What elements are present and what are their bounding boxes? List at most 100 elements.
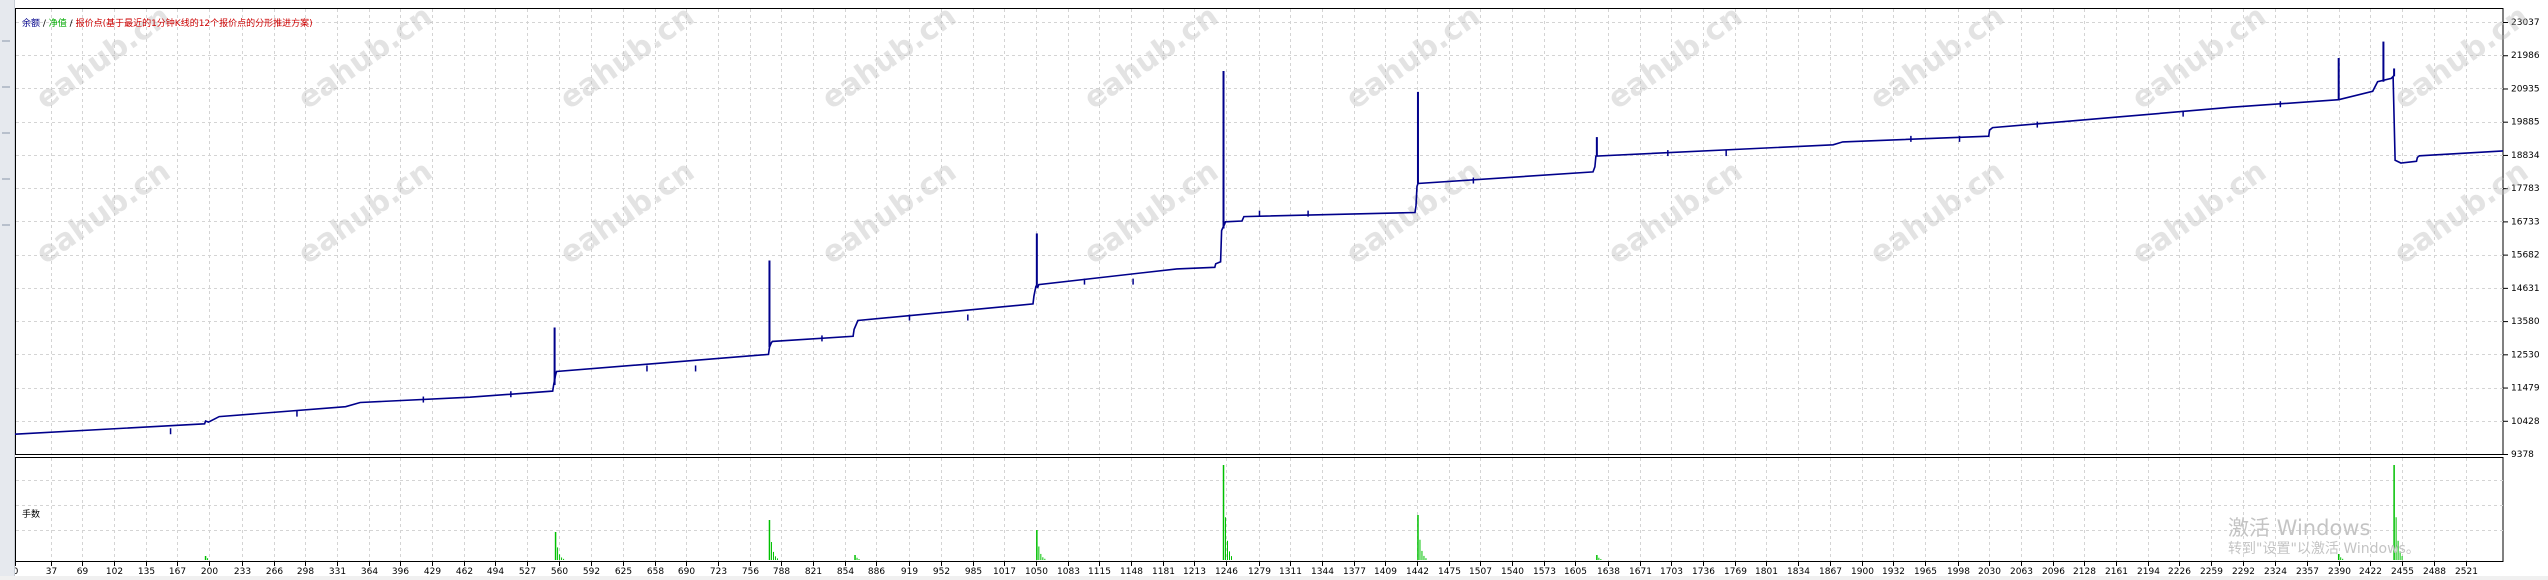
x-tick-label: 952 [933,567,950,576]
x-tick-label: 1083 [1057,567,1080,576]
x-tick-label: 1246 [1215,567,1238,576]
legend-sep: / [40,19,49,29]
x-tick-label: 1115 [1088,567,1111,576]
x-tick-label: 0 [15,567,19,576]
x-tick-label: 1932 [1882,567,1905,576]
x-tick-label: 298 [297,567,314,576]
x-tick-label: 2030 [1978,567,2001,576]
x-tick-label: 2292 [2232,567,2255,576]
x-tick-label: 625 [615,567,632,576]
y-tick-label: 16733 [2511,217,2540,227]
x-tick-label: 1965 [1914,567,1937,576]
x-tick-label: 102 [106,567,123,576]
x-tick-label: 200 [201,567,218,576]
x-tick-label: 2194 [2137,567,2160,576]
y-tick-label: 14631 [2511,284,2540,294]
x-tick-label: 1671 [1629,567,1652,576]
x-tick-label: 2161 [2105,567,2128,576]
x-tick-label: 919 [901,567,918,576]
x-tick-label: 854 [837,567,854,576]
x-tick-label: 1442 [1406,567,1429,576]
strip-tick [2,132,10,134]
x-tick-label: 1344 [1311,567,1334,576]
x-tick-label: 2096 [2042,567,2065,576]
chart-legend: 余额 / 净值 / 报价点(基于最近的1分钟K线的12个报价点的分形推进方案) [22,19,313,30]
x-tick-label: 37 [46,567,57,576]
x-tick-label: 462 [456,567,473,576]
windows-activation-subtitle: 转到"设置"以激活 Windows。 [2228,541,2420,557]
left-scroll-strip [0,0,15,576]
legend-balance: 余额 [22,19,41,29]
x-tick-label: 788 [773,567,790,576]
x-tick-label: 1998 [1947,567,1970,576]
lots-panel-label: 手数 [22,510,41,520]
x-tick-label: 1801 [1755,567,1778,576]
strip-tick [2,40,10,42]
y-tick-label: 21986 [2511,51,2540,61]
x-tick-label: 756 [742,567,759,576]
chart-area: 0 37 69 102 135 167 200 233 266 298 331 364 396 429 46… [13,0,2548,577]
x-tick-label: 2324 [2264,567,2287,576]
x-tick-label: 1834 [1787,567,1810,576]
x-tick-label: 1017 [993,567,1016,576]
y-tick-label: 12530 [2511,350,2540,360]
x-tick-label: 266 [266,567,283,576]
x-tick-label: 1540 [1501,567,1524,576]
x-tick-label: 2422 [2359,567,2382,576]
y-tick-label: 15682 [2511,251,2540,261]
x-tick-label: 658 [647,567,664,576]
x-tick-label: 167 [169,567,186,576]
x-tick-label: 2357 [2296,567,2319,576]
x-tick-label: 2063 [2010,567,2033,576]
x-tick-label: 1605 [1564,567,1587,576]
x-tick-label: 1638 [1597,567,1620,576]
x-tick-label: 1475 [1438,567,1461,576]
x-tick-label: 1213 [1183,567,1206,576]
y-tick-label: 19885 [2511,118,2540,128]
y-tick-label: 10428 [2511,417,2540,427]
x-tick-label: 233 [234,567,251,576]
x-tick-label: 1507 [1469,567,1492,576]
x-tick-label: 494 [487,567,504,576]
x-tick-label: 1377 [1343,567,1366,576]
x-tick-label: 1311 [1279,567,1302,576]
legend-description: 报价点(基于最近的1分钟K线的12个报价点的分形推进方案) [75,19,313,29]
equity-chart-svg: 0 37 69 102 135 167 200 233 266 298 331 364 396 429 46… [13,0,2540,577]
x-tick-label: 135 [138,567,155,576]
lots-panel-frame [15,457,2504,562]
x-tick-label: 886 [868,567,885,576]
y-tick-label: 13580 [2511,317,2540,327]
x-tick-label: 429 [424,567,441,576]
x-tick-label: 1769 [1724,567,1747,576]
legend-sep: / [66,19,76,29]
x-tick-label: 2455 [2391,567,2414,576]
x-tick-label: 2259 [2200,567,2223,576]
legend-equity: 净值 [48,19,67,29]
y-tick-label: 9378 [2511,450,2534,460]
x-tick-label: 723 [710,567,727,576]
x-tick-label: 1703 [1660,567,1683,576]
x-tick-label: 1736 [1692,567,1715,576]
x-tick-label: 2390 [2328,567,2351,576]
y-tick-label: 11479 [2511,384,2540,394]
x-tick-label: 2488 [2423,567,2446,576]
x-tick-label: 331 [329,567,346,576]
x-tick-label: 2226 [2168,567,2191,576]
x-tick-label: 1573 [1533,567,1556,576]
x-tick-label: 1867 [1819,567,1842,576]
x-tick-label: 821 [805,567,822,576]
x-tick-label: 690 [678,567,695,576]
x-tick-label: 2128 [2073,567,2096,576]
x-tick-label: 592 [583,567,600,576]
x-tick-label: 364 [361,567,378,576]
x-tick-label: 1181 [1152,567,1175,576]
x-tick-label: 560 [551,567,568,576]
y-tick-label: 20935 [2511,84,2540,94]
x-tick-label: 396 [392,567,409,576]
strip-tick [2,178,10,180]
x-tick-label: 1279 [1248,567,1271,576]
x-tick-label: 69 [77,567,89,576]
strip-tick [2,224,10,226]
x-tick-label: 985 [965,567,982,576]
x-tick-label: 1050 [1025,567,1048,576]
